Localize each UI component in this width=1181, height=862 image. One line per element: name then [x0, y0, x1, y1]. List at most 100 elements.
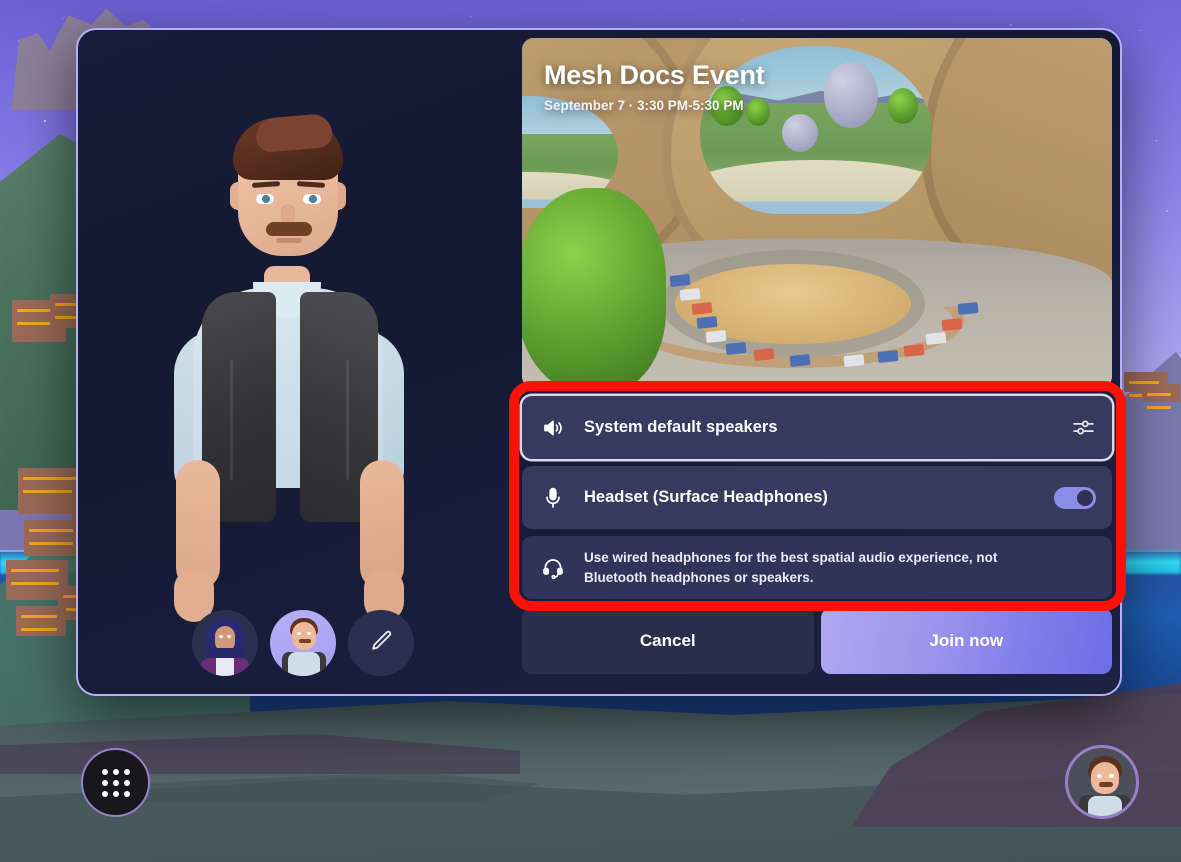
venue-title-block: Mesh Docs Event September 7 · 3:30 PM-5:…: [544, 60, 765, 113]
avatar-mustache: [266, 222, 312, 236]
venue-cushion: [903, 343, 925, 358]
event-title: Mesh Docs Event: [544, 60, 765, 90]
avatar-option-1-eye-left: [219, 635, 223, 638]
lit-window: [21, 615, 57, 618]
venue-cushion: [705, 329, 727, 344]
lit-window: [23, 477, 79, 480]
lit-window: [21, 628, 57, 631]
venue-cushion: [679, 287, 701, 302]
speaker-icon: [540, 415, 566, 441]
avatar-mouth: [276, 238, 302, 243]
star: [742, 20, 744, 22]
speaker-device-row[interactable]: System default speakers: [522, 396, 1112, 459]
audio-settings-sliders-icon[interactable]: [1071, 415, 1096, 440]
join-now-button[interactable]: Join now: [820, 608, 1112, 675]
avatar-option-2-eye-left: [297, 632, 301, 635]
app-grid-dot: [101, 779, 108, 786]
venue-cushion: [725, 341, 747, 356]
cliff-dwelling-block: [16, 606, 66, 636]
star: [44, 120, 46, 122]
venue-preview[interactable]: Mesh Docs Event September 7 · 3:30 PM-5:…: [522, 38, 1112, 388]
avatar-nose: [281, 204, 295, 224]
profile-eye-left: [1097, 774, 1102, 778]
venue-cushion: [696, 315, 718, 330]
star: [1166, 210, 1168, 212]
venue-cushion: [957, 301, 979, 316]
app-grid-dot: [123, 790, 130, 797]
app-grid-dot: [112, 779, 119, 786]
app-grid-icon[interactable]: [81, 748, 150, 817]
venue-floating-sphere-small: [782, 114, 818, 152]
lit-window: [1147, 406, 1171, 409]
lit-window: [23, 490, 79, 493]
app-grid-dot: [101, 768, 108, 775]
star: [1156, 140, 1158, 142]
dialog-actions: Cancel Join now: [522, 608, 1112, 675]
avatar-preview[interactable]: [78, 30, 518, 694]
profile-mustache: [1099, 782, 1113, 787]
spatial-audio-hint: Use wired headphones for the best spatia…: [522, 536, 1112, 600]
avatar-option-1-shirt: [216, 658, 234, 676]
venue-cushion: [843, 353, 865, 368]
venue-cushion: [925, 331, 947, 346]
avatar-vest-seam-left: [230, 360, 233, 480]
avatar-option-2-head: [292, 622, 316, 650]
avatar-pupil-left: [262, 195, 270, 203]
avatar-selector: [192, 610, 414, 676]
avatar-option-2-mustache: [299, 639, 311, 643]
avatar-option-1[interactable]: [192, 610, 258, 676]
user-avatar-icon[interactable]: [1065, 745, 1139, 819]
pencil-icon: [368, 628, 394, 659]
venue-window-path: [700, 160, 932, 201]
microphone-toggle-track[interactable]: [1054, 486, 1096, 509]
spatial-audio-hint-text: Use wired headphones for the best spatia…: [584, 550, 998, 585]
avatar-pupil-right: [309, 195, 317, 203]
venue-cushion: [691, 301, 713, 316]
venue-window-tree-right: [888, 88, 918, 124]
join-event-panel: Mesh Docs Event September 7 · 3:30 PM-5:…: [76, 28, 1122, 696]
avatar-option-2[interactable]: [270, 610, 336, 676]
app-grid-dot: [101, 790, 108, 797]
star: [330, 22, 332, 24]
lit-window: [1147, 393, 1171, 396]
profile-head: [1091, 762, 1119, 794]
lit-window: [29, 529, 73, 532]
lit-window: [29, 542, 73, 545]
venue-foreground-tree: [522, 188, 666, 388]
microphone-toggle-knob: [1077, 489, 1093, 506]
avatar-hair-sweep: [254, 112, 334, 154]
app-grid-dot: [123, 768, 130, 775]
cliff-dwelling-block: [24, 520, 82, 556]
star: [1140, 30, 1142, 32]
profile-eye-right: [1109, 774, 1114, 778]
avatar-option-1-eye-right: [227, 635, 231, 638]
profile-shirt: [1088, 796, 1122, 816]
star: [470, 16, 472, 18]
avatar-option-2-shirt: [288, 652, 320, 676]
avatar-vest-seam-right: [346, 360, 349, 480]
microphone-icon: [540, 485, 566, 511]
event-datetime: September 7 · 3:30 PM-5:30 PM: [544, 98, 744, 113]
microphone-device-label: Headset (Surface Headphones): [584, 488, 828, 506]
star: [62, 18, 64, 20]
app-grid-dot: [112, 768, 119, 775]
venue-cushion: [753, 347, 775, 362]
microphone-device-row[interactable]: Headset (Surface Headphones): [522, 466, 1112, 529]
headset-icon: [540, 555, 566, 581]
dialog-right-column: Mesh Docs Event September 7 · 3:30 PM-5:…: [522, 30, 1120, 694]
lit-window: [11, 582, 59, 585]
edit-avatar-button[interactable]: [348, 610, 414, 676]
cancel-button[interactable]: Cancel: [522, 608, 814, 675]
avatar-option-2-eye-right: [307, 632, 311, 635]
lit-window: [11, 569, 59, 572]
venue-cushion: [789, 353, 811, 368]
speaker-device-label: System default speakers: [584, 418, 778, 436]
venue-cushion: [669, 273, 691, 288]
venue-cushion: [877, 349, 899, 364]
app-grid-dot: [123, 779, 130, 786]
venue-cushion: [941, 317, 963, 332]
microphone-toggle[interactable]: [1054, 486, 1096, 509]
virtual-world-background: Mesh Docs Event September 7 · 3:30 PM-5:…: [0, 0, 1181, 862]
venue-window-water: [700, 202, 932, 214]
venue-floating-sphere-large: [824, 62, 878, 128]
